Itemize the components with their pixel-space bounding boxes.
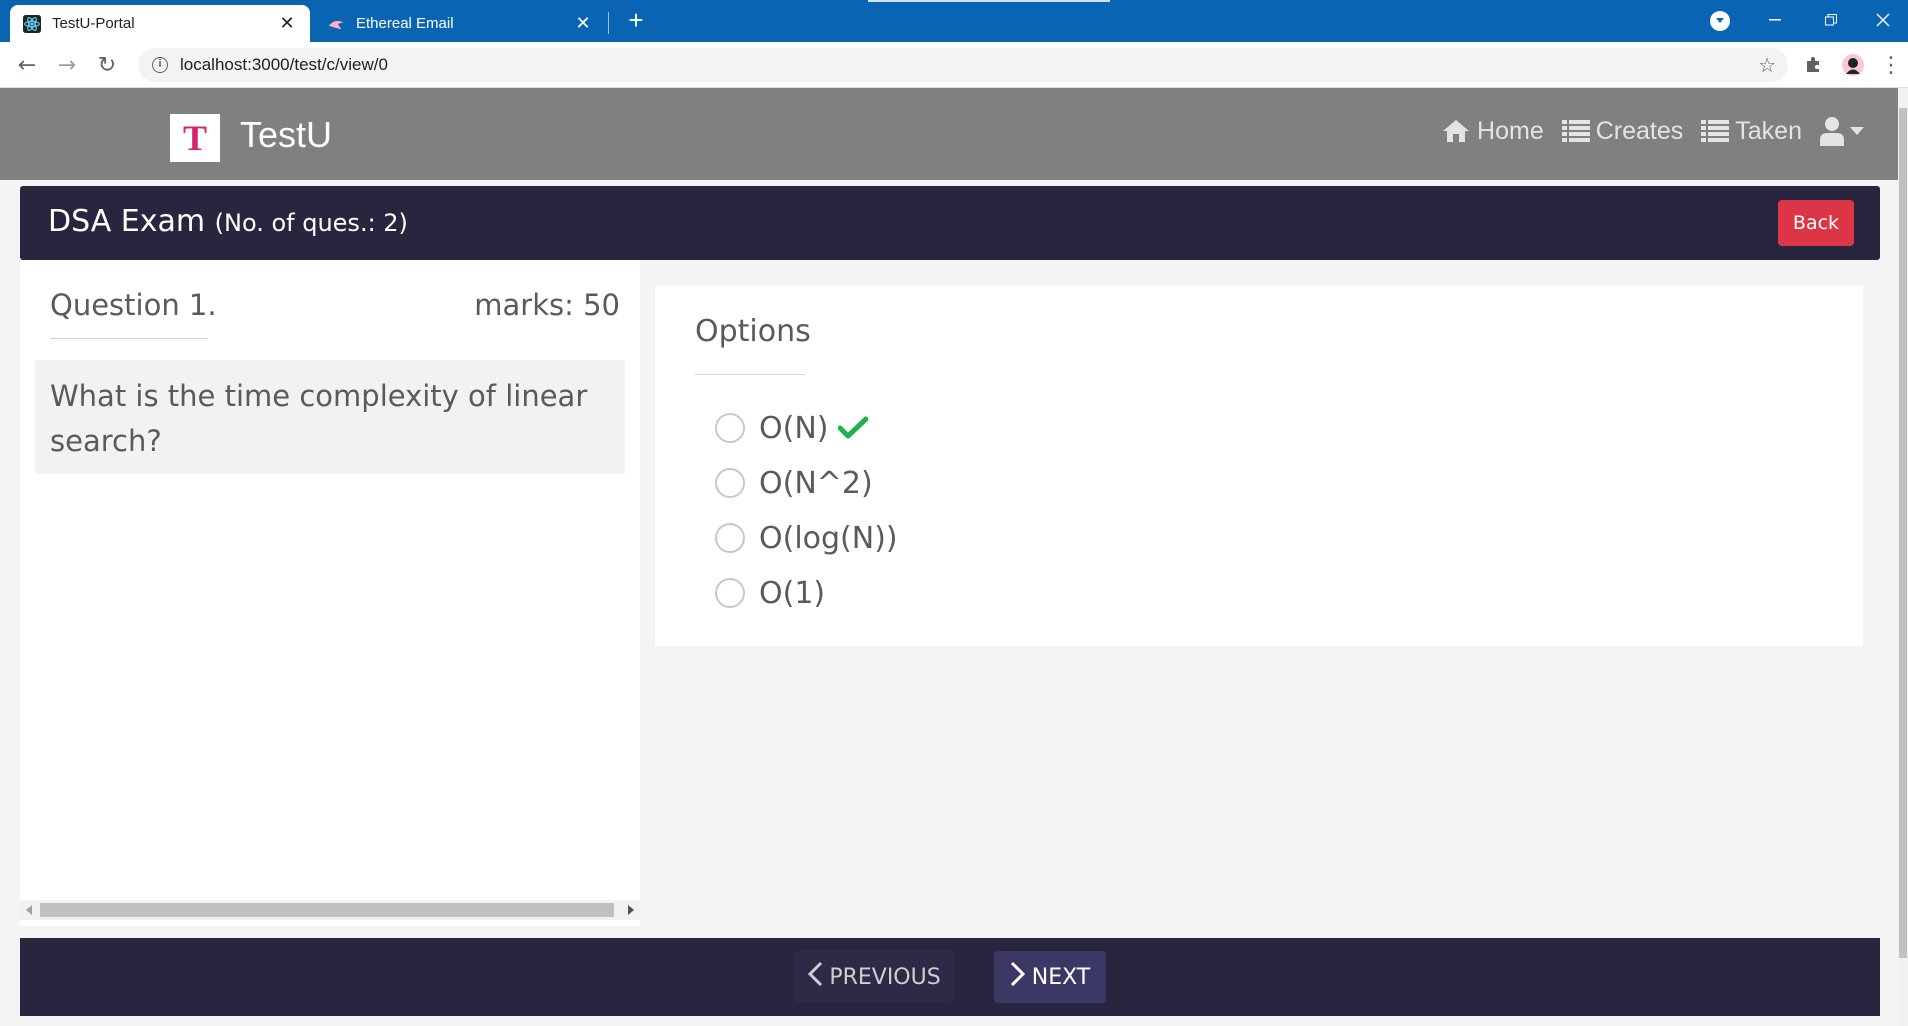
home-icon bbox=[1441, 118, 1471, 144]
tab-title: TestU-Portal bbox=[52, 15, 135, 32]
reload-icon[interactable]: ↻ bbox=[92, 50, 122, 80]
scrollbar-thumb[interactable] bbox=[1899, 108, 1907, 958]
chevron-left-icon bbox=[807, 961, 823, 993]
url-input[interactable]: i localhost:3000/test/c/view/0 ☆ bbox=[138, 48, 1788, 82]
previous-button[interactable]: PREVIOUS bbox=[794, 951, 954, 1003]
question-text: What is the time complexity of linear se… bbox=[35, 360, 625, 474]
tab-separator bbox=[608, 12, 609, 34]
brand-logo-letter: T bbox=[182, 118, 207, 158]
new-tab-plus-icon[interactable]: + bbox=[622, 6, 650, 34]
exam-question-count: (No. of ques.: 2) bbox=[214, 209, 408, 237]
option-label: O(N) bbox=[759, 410, 829, 446]
url-text: localhost:3000/test/c/view/0 bbox=[180, 55, 388, 74]
react-favicon-icon bbox=[22, 14, 42, 34]
user-icon bbox=[1820, 116, 1844, 146]
back-arrow-icon[interactable]: ← bbox=[12, 50, 42, 80]
exam-title: DSA Exam (No. of ques.: 2) bbox=[48, 204, 408, 239]
close-tab-icon[interactable]: ✕ bbox=[276, 13, 298, 34]
option-radio[interactable] bbox=[715, 578, 745, 608]
option-radio[interactable] bbox=[715, 413, 745, 443]
close-window-icon[interactable] bbox=[1860, 0, 1906, 40]
exam-header: DSA Exam (No. of ques.: 2) Back bbox=[20, 186, 1880, 260]
tab-strip-indicator bbox=[868, 0, 1110, 2]
option-label: O(1) bbox=[759, 575, 826, 611]
question-panel: Question 1. marks: 50 What is the time c… bbox=[20, 260, 640, 926]
minimize-icon[interactable] bbox=[1752, 0, 1798, 40]
next-button[interactable]: NEXT bbox=[994, 951, 1106, 1003]
page: T TestU Home Creates Taken DSA Exam (No.… bbox=[0, 88, 1898, 1026]
correct-check-icon bbox=[838, 416, 869, 440]
question-marks: marks: 50 bbox=[474, 288, 620, 322]
nav-home[interactable]: Home bbox=[1441, 117, 1544, 146]
horizontal-scrollbar[interactable] bbox=[20, 900, 640, 920]
caret-down-icon bbox=[1850, 127, 1864, 135]
scroll-right-arrow-icon[interactable] bbox=[628, 905, 634, 915]
tab-testu-portal[interactable]: TestU-Portal ✕ bbox=[10, 5, 310, 42]
nav-home-label: Home bbox=[1477, 116, 1544, 145]
brand-name[interactable]: TestU bbox=[240, 114, 332, 156]
option-item[interactable]: O(1) bbox=[715, 571, 825, 615]
nav-taken[interactable]: Taken bbox=[1701, 117, 1802, 146]
nav-creates[interactable]: Creates bbox=[1561, 116, 1684, 146]
option-radio[interactable] bbox=[715, 523, 745, 553]
tab-title: Ethereal Email bbox=[356, 15, 454, 32]
vertical-scrollbar[interactable] bbox=[1898, 88, 1908, 1026]
back-button[interactable]: Back bbox=[1778, 200, 1854, 246]
extensions-puzzle-icon[interactable] bbox=[1798, 50, 1828, 80]
restore-icon[interactable] bbox=[1808, 0, 1854, 40]
scroll-left-arrow-icon[interactable] bbox=[26, 905, 32, 915]
scrollbar-thumb[interactable] bbox=[40, 903, 614, 917]
option-label: O(N^2) bbox=[759, 465, 873, 501]
brand-logo[interactable]: T bbox=[170, 114, 220, 162]
info-icon[interactable]: i bbox=[152, 57, 168, 73]
options-title: Options bbox=[695, 314, 811, 349]
previous-label: PREVIOUS bbox=[829, 964, 941, 990]
list-icon bbox=[1561, 119, 1590, 143]
option-item[interactable]: O(N) bbox=[715, 406, 869, 450]
pagination-bar: PREVIOUS NEXT bbox=[20, 938, 1880, 1016]
browser-menu-icon[interactable]: ⋮ bbox=[1876, 50, 1906, 80]
profile-avatar-icon[interactable] bbox=[1838, 50, 1868, 80]
user-menu-dropdown[interactable] bbox=[1820, 116, 1864, 146]
options-divider bbox=[695, 374, 805, 375]
tab-ethereal-email[interactable]: Ethereal Email ✕ bbox=[314, 5, 606, 42]
option-radio[interactable] bbox=[715, 468, 745, 498]
close-tab-icon[interactable]: ✕ bbox=[572, 13, 594, 34]
nav-creates-label: Creates bbox=[1595, 116, 1684, 145]
option-label: O(log(N)) bbox=[759, 520, 898, 556]
list-icon bbox=[1701, 119, 1730, 143]
address-bar: ← → ↻ i localhost:3000/test/c/view/0 ☆ ⋮ bbox=[0, 42, 1908, 88]
tab-search-dropdown-icon[interactable] bbox=[1710, 11, 1730, 31]
chevron-right-icon bbox=[1010, 961, 1026, 993]
forward-arrow-icon[interactable]: → bbox=[52, 50, 82, 80]
browser-tab-bar: TestU-Portal ✕ Ethereal Email ✕ + bbox=[0, 0, 1908, 42]
bookmark-star-icon[interactable]: ☆ bbox=[1758, 53, 1776, 78]
nav-links: Home Creates Taken bbox=[1441, 116, 1864, 146]
nav-taken-label: Taken bbox=[1735, 116, 1802, 145]
question-number: Question 1. bbox=[50, 288, 217, 322]
top-navbar: T TestU Home Creates Taken bbox=[0, 88, 1898, 180]
exam-name: DSA Exam bbox=[48, 204, 206, 239]
options-card: Options O(N) O(N^2) O(log(N)) O(1) bbox=[655, 286, 1863, 646]
question-divider bbox=[50, 338, 208, 339]
next-label: NEXT bbox=[1031, 964, 1091, 990]
option-item[interactable]: O(log(N)) bbox=[715, 516, 898, 560]
option-item[interactable]: O(N^2) bbox=[715, 461, 873, 505]
ethereal-favicon-icon bbox=[326, 14, 346, 34]
